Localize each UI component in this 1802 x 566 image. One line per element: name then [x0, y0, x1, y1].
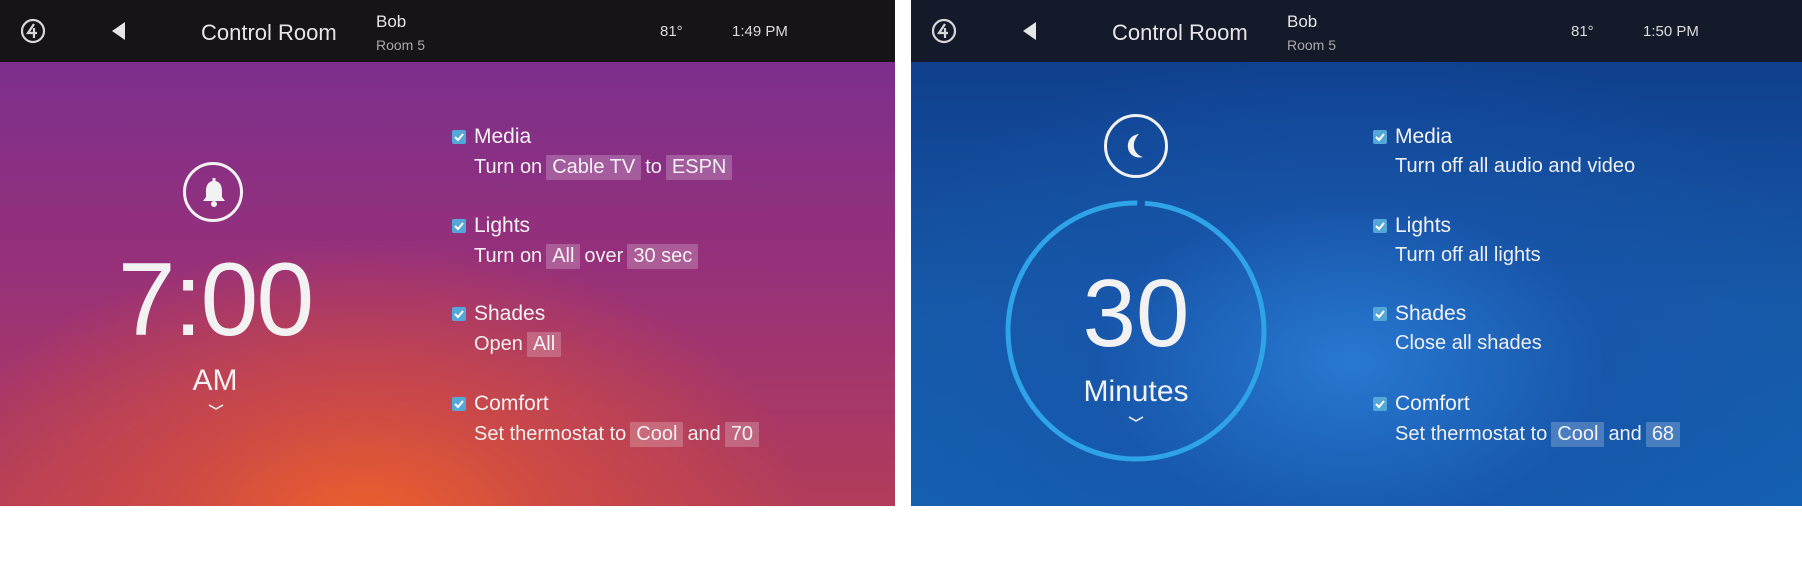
user-name[interactable]: Bob	[376, 12, 406, 32]
action-description: Turn on Cable TV to ESPN	[474, 155, 736, 180]
scene-icon-button[interactable]	[1104, 114, 1168, 178]
control4-logo-icon[interactable]	[931, 18, 957, 44]
sleep-timer-value[interactable]: 30	[1021, 266, 1251, 362]
action-text: to	[645, 156, 662, 178]
action-category-label: Shades	[474, 302, 546, 325]
item-checkbox[interactable]	[1373, 219, 1387, 233]
action-description: Set thermostat to Cool and 70	[474, 422, 763, 447]
bell-icon	[203, 178, 225, 207]
item-checkbox[interactable]	[452, 307, 466, 321]
chevron-down-icon[interactable]	[206, 402, 226, 412]
action-description: Close all shades	[1395, 332, 1542, 355]
action-description: Turn off all lights	[1395, 244, 1541, 267]
action-text: Set thermostat to	[474, 423, 627, 445]
action-text: Turn on	[474, 245, 543, 267]
action-category-label: Media	[474, 125, 532, 148]
location-title[interactable]: Control Room	[201, 20, 337, 46]
clock-readout: 1:50 PM	[1643, 23, 1699, 40]
wakeup-scene-panel: Control Room Bob Room 5 81° 1:49 PM 7:00…	[0, 0, 895, 566]
moon-icon	[1127, 134, 1143, 158]
action-text: Turn on	[474, 156, 543, 178]
temperature-readout: 81°	[660, 23, 683, 40]
action-option-chip[interactable]: 68	[1645, 422, 1681, 447]
action-option-chip[interactable]: Cable TV	[546, 155, 642, 180]
action-text: and	[1608, 423, 1642, 445]
control4-logo-icon[interactable]	[20, 18, 46, 44]
action-category-label: Media	[1395, 125, 1453, 148]
action-category-label: Comfort	[474, 392, 549, 415]
action-description: Turn off all audio and video	[1395, 155, 1635, 178]
action-option-chip[interactable]: 70	[724, 422, 760, 447]
room-name: Room 5	[1287, 37, 1337, 53]
action-text: Turn off all audio and video	[1395, 155, 1636, 177]
action-option-chip[interactable]: Cool	[630, 422, 684, 447]
action-text: over	[584, 245, 624, 267]
item-checkbox[interactable]	[1373, 307, 1387, 321]
action-text: and	[687, 423, 721, 445]
chevron-down-icon[interactable]	[1126, 414, 1146, 424]
action-text: Turn off all lights	[1395, 244, 1541, 266]
alarm-time[interactable]: 7:00	[100, 248, 330, 352]
action-option-chip[interactable]: 30 sec	[627, 244, 699, 269]
action-option-chip[interactable]: All	[526, 332, 562, 357]
item-checkbox[interactable]	[1373, 397, 1387, 411]
sleep-scene-panel: Control Room Bob Room 5 81° 1:50 PM 30 M…	[911, 0, 1802, 566]
alarm-ampm[interactable]: AM	[165, 364, 265, 398]
top-bar: Control Room Bob Room 5 81° 1:49 PM	[0, 0, 895, 62]
back-arrow-icon[interactable]	[108, 20, 130, 42]
sleep-timer-unit: Minutes	[1083, 375, 1189, 408]
user-name[interactable]: Bob	[1287, 12, 1317, 32]
item-checkbox[interactable]	[452, 219, 466, 233]
top-bar: Control Room Bob Room 5 81° 1:50 PM	[911, 0, 1802, 62]
action-category-label: Comfort	[1395, 392, 1470, 415]
action-category-label: Lights	[1395, 214, 1452, 237]
clock-readout: 1:49 PM	[732, 23, 788, 40]
action-option-chip[interactable]: ESPN	[665, 155, 733, 180]
temperature-readout: 81°	[1571, 23, 1594, 40]
back-arrow-icon[interactable]	[1019, 20, 1041, 42]
item-checkbox[interactable]	[452, 397, 466, 411]
action-description: Turn on All over 30 sec	[474, 244, 702, 269]
action-category-label: Lights	[474, 214, 531, 237]
action-description: Set thermostat to Cool and 68	[1395, 422, 1684, 447]
action-description: Open All	[474, 332, 565, 357]
scene-icon-button[interactable]	[183, 162, 243, 222]
action-text: Open	[474, 333, 523, 355]
room-name: Room 5	[376, 37, 426, 53]
item-checkbox[interactable]	[1373, 130, 1387, 144]
action-category-label: Shades	[1395, 302, 1467, 325]
action-option-chip[interactable]: Cool	[1551, 422, 1605, 447]
action-option-chip[interactable]: All	[546, 244, 581, 269]
location-title[interactable]: Control Room	[1112, 20, 1248, 46]
action-text: Close all shades	[1395, 332, 1542, 354]
action-text: Set thermostat to	[1395, 423, 1548, 445]
item-checkbox[interactable]	[452, 130, 466, 144]
